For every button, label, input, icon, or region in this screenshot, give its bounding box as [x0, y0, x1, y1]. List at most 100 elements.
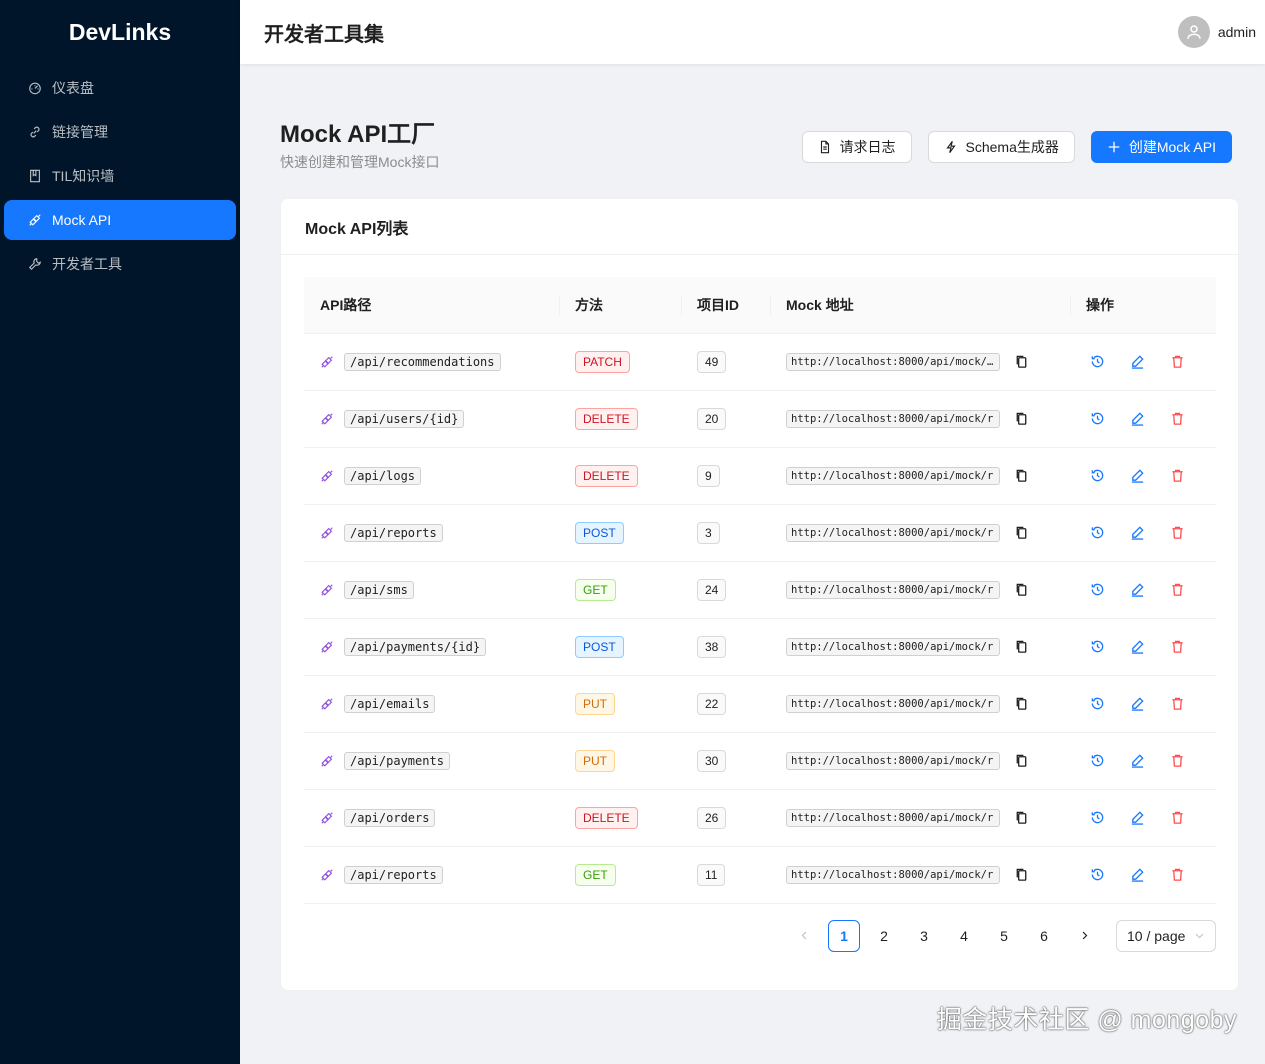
user-name[interactable]: admin: [1218, 24, 1256, 40]
copy-icon[interactable]: [1014, 867, 1030, 883]
api-path: /api/payments: [344, 751, 450, 770]
table-header-row: API路径 方法 项目ID Mock 地址 操作: [304, 277, 1216, 334]
edit-icon[interactable]: [1130, 582, 1146, 598]
copy-icon[interactable]: [1014, 354, 1030, 370]
history-icon[interactable]: [1090, 867, 1106, 883]
cell-method: DELETE: [559, 447, 681, 505]
delete-icon[interactable]: [1170, 582, 1186, 598]
page-button-6[interactable]: 6: [1028, 920, 1060, 952]
cell-path: /api/emails: [304, 675, 559, 733]
edit-icon[interactable]: [1130, 810, 1146, 826]
history-icon[interactable]: [1090, 525, 1106, 541]
cell-project-id: 9: [681, 447, 770, 505]
method-tag: GET: [575, 863, 616, 886]
cell-mock-url: http://localhost:8000/api/mock/r: [770, 675, 1070, 733]
api-icon: [320, 811, 334, 825]
cell-path: /api/sms: [304, 561, 559, 619]
page-button-5[interactable]: 5: [988, 920, 1020, 952]
project-id-tag: 3: [697, 521, 720, 544]
table-row: /api/reports POST 3 http://localhost:8000/a…: [304, 504, 1216, 562]
cell-path: /api/users/{id}: [304, 390, 559, 448]
cell-actions: [1070, 618, 1216, 676]
cell-path: /api/payments/{id}: [304, 618, 559, 676]
delete-icon[interactable]: [1170, 810, 1186, 826]
page-button-4[interactable]: 4: [948, 920, 980, 952]
delete-icon[interactable]: [1170, 525, 1186, 541]
history-icon[interactable]: [1090, 468, 1106, 484]
sidebar-item-book[interactable]: TIL知识墙: [4, 156, 236, 196]
cell-path: /api/reports: [304, 504, 559, 562]
sidebar-item-link[interactable]: 链接管理: [4, 112, 236, 152]
history-icon[interactable]: [1090, 411, 1106, 427]
copy-icon[interactable]: [1014, 639, 1030, 655]
edit-icon[interactable]: [1130, 411, 1146, 427]
copy-icon[interactable]: [1014, 753, 1030, 769]
api-path: /api/reports: [344, 865, 443, 884]
page-button-1[interactable]: 1: [828, 919, 860, 952]
column-header-actions: 操作: [1070, 277, 1216, 334]
api-path: /api/payments/{id}: [344, 637, 487, 656]
cell-method: POST: [559, 504, 681, 562]
request-logs-button[interactable]: 请求日志: [801, 131, 912, 163]
delete-icon[interactable]: [1170, 696, 1186, 712]
edit-icon[interactable]: [1130, 639, 1146, 655]
copy-icon[interactable]: [1014, 696, 1030, 712]
sidebar-item-dashboard[interactable]: 仪表盘: [4, 68, 236, 108]
page-button-2[interactable]: 2: [868, 920, 900, 952]
create-mock-api-button[interactable]: 创建Mock API: [1090, 131, 1232, 163]
user-menu[interactable]: admin: [1177, 16, 1256, 48]
edit-icon[interactable]: [1130, 354, 1146, 370]
page-size-select[interactable]: 10 / page: [1116, 919, 1216, 952]
cell-mock-url: http://localhost:8000/api/mock/r: [770, 504, 1070, 562]
cell-method: POST: [559, 618, 681, 676]
history-icon[interactable]: [1090, 810, 1106, 826]
mock-url: http://localhost:8000/api/mock/r: [786, 694, 1000, 713]
edit-icon[interactable]: [1130, 753, 1146, 769]
history-icon[interactable]: [1090, 354, 1106, 370]
delete-icon[interactable]: [1170, 753, 1186, 769]
history-icon[interactable]: [1090, 753, 1106, 769]
table-row: /api/payments PUT 30 http://localhost:8000/…: [304, 732, 1216, 790]
copy-icon[interactable]: [1014, 468, 1030, 484]
mock-url: http://localhost:8000/api/mock/r: [786, 751, 1000, 770]
delete-icon[interactable]: [1170, 411, 1186, 427]
cell-actions: [1070, 675, 1216, 733]
history-icon[interactable]: [1090, 639, 1106, 655]
mock-api-table: API路径 方法 项目ID Mock 地址 操作 /api/recommenda…: [304, 277, 1216, 904]
page-button-3[interactable]: 3: [908, 920, 940, 952]
edit-icon[interactable]: [1130, 468, 1146, 484]
sidebar-item-tool[interactable]: 开发者工具: [4, 244, 236, 284]
link-icon: [28, 125, 42, 139]
mock-url: http://localhost:8000/api/mock/r: [786, 580, 1000, 599]
edit-icon[interactable]: [1130, 525, 1146, 541]
app-logo[interactable]: DevLinks: [0, 0, 240, 64]
copy-icon[interactable]: [1014, 582, 1030, 598]
column-header-project-id: 项目ID: [681, 277, 770, 334]
sidebar-item-api[interactable]: Mock API: [4, 200, 236, 240]
project-id-tag: 20: [697, 407, 727, 430]
pagination: 123456 10 / page: [304, 919, 1216, 952]
chevron-down-icon: [1195, 933, 1204, 939]
copy-icon[interactable]: [1014, 810, 1030, 826]
cell-project-id: 20: [681, 390, 770, 448]
prev-page-button[interactable]: [788, 920, 820, 952]
schema-generator-button[interactable]: Schema生成器: [927, 131, 1075, 163]
delete-icon[interactable]: [1170, 468, 1186, 484]
api-path: /api/emails: [344, 694, 436, 713]
api-icon: [320, 583, 334, 597]
history-icon[interactable]: [1090, 582, 1106, 598]
edit-icon[interactable]: [1130, 696, 1146, 712]
sidebar-item-label: TIL知识墙: [52, 168, 115, 184]
copy-icon[interactable]: [1014, 525, 1030, 541]
copy-icon[interactable]: [1014, 411, 1030, 427]
delete-icon[interactable]: [1170, 867, 1186, 883]
history-icon[interactable]: [1090, 696, 1106, 712]
api-icon: [320, 469, 334, 483]
edit-icon[interactable]: [1130, 867, 1146, 883]
next-page-button[interactable]: [1068, 920, 1100, 952]
api-icon: [320, 754, 334, 768]
page-header: Mock API工厂 快速创建和管理Mock接口 请求日志 Schema生成器 …: [280, 120, 1239, 198]
avatar[interactable]: [1177, 16, 1210, 48]
delete-icon[interactable]: [1170, 639, 1186, 655]
delete-icon[interactable]: [1170, 354, 1186, 370]
